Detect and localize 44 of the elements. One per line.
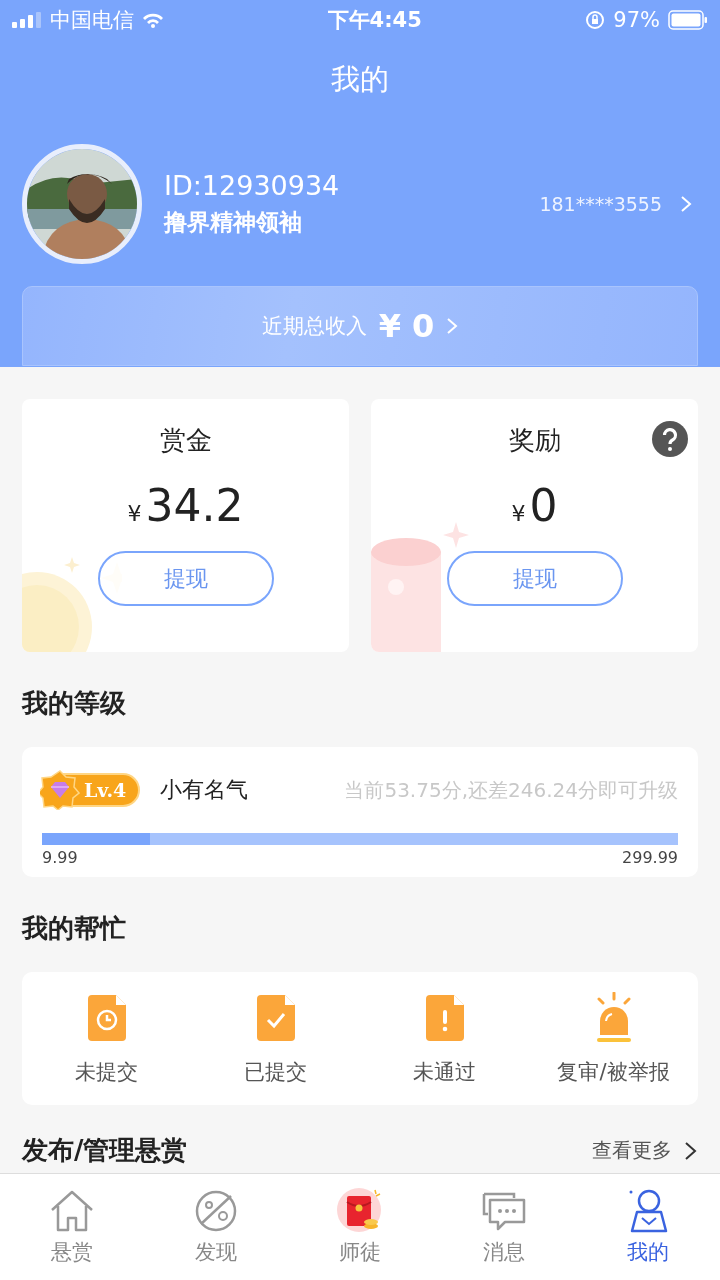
see-more-link[interactable]: 查看更多 (592, 1137, 672, 1164)
rank-name: 小有名气 (160, 776, 250, 804)
max-score: 299.99 (622, 848, 678, 867)
tab[interactable]: 消息 (432, 1188, 576, 1266)
section-title: 我的等级 (22, 687, 127, 720)
chevron-right-icon (446, 316, 459, 336)
wallet-amount: 34.2 (145, 480, 244, 531)
withdraw-button[interactable]: 提现 (97, 551, 274, 606)
signal-icon (12, 12, 42, 28)
status-time: 下午4:45 (327, 7, 422, 34)
envelope-coins-icon (337, 1188, 383, 1234)
currency-sign: ¥ (511, 501, 526, 526)
battery-percent: 97% (613, 8, 660, 32)
phone-number[interactable]: 181****3555 (539, 193, 662, 215)
chevron-right-icon[interactable] (684, 1139, 698, 1162)
battery-icon (668, 10, 708, 30)
income-card[interactable]: 近期总收入 ¥ 0 (22, 286, 698, 366)
tab[interactable]: 悬赏 (0, 1188, 144, 1266)
gem-icon (40, 770, 80, 810)
rotation-lock-icon (585, 10, 606, 30)
page-title: 我的 (330, 61, 390, 98)
wallet-title: 赏金 (159, 424, 212, 457)
section-title: 发布/管理悬赏 (22, 1134, 189, 1167)
house-icon (49, 1188, 95, 1234)
income-label: 近期总收入 (261, 313, 367, 340)
income-amount: ¥ 0 (378, 307, 435, 345)
tab[interactable]: 师徒 (288, 1188, 432, 1266)
user-name: 撸界精神领袖 (164, 208, 303, 237)
wallet-amount: 0 (529, 480, 558, 531)
currency-sign: ¥ (127, 501, 142, 526)
help-item[interactable]: 复审/被举报 (529, 991, 698, 1086)
min-score: 9.99 (42, 848, 78, 867)
help-item[interactable]: 未提交 (22, 991, 191, 1086)
user-id: ID:12930934 (164, 170, 341, 201)
carrier-name: 中国电信 (50, 7, 134, 34)
withdraw-button[interactable]: 提现 (446, 551, 623, 606)
tab[interactable]: 发现 (144, 1188, 288, 1266)
help-icon[interactable] (652, 421, 688, 457)
help-item[interactable]: 已提交 (191, 991, 360, 1086)
wallet-title: 奖励 (508, 424, 561, 457)
wifi-icon (142, 12, 164, 28)
section-title: 我的帮忙 (22, 912, 127, 945)
help-item[interactable]: 未通过 (360, 991, 529, 1086)
tab[interactable]: 我的 (576, 1188, 720, 1266)
